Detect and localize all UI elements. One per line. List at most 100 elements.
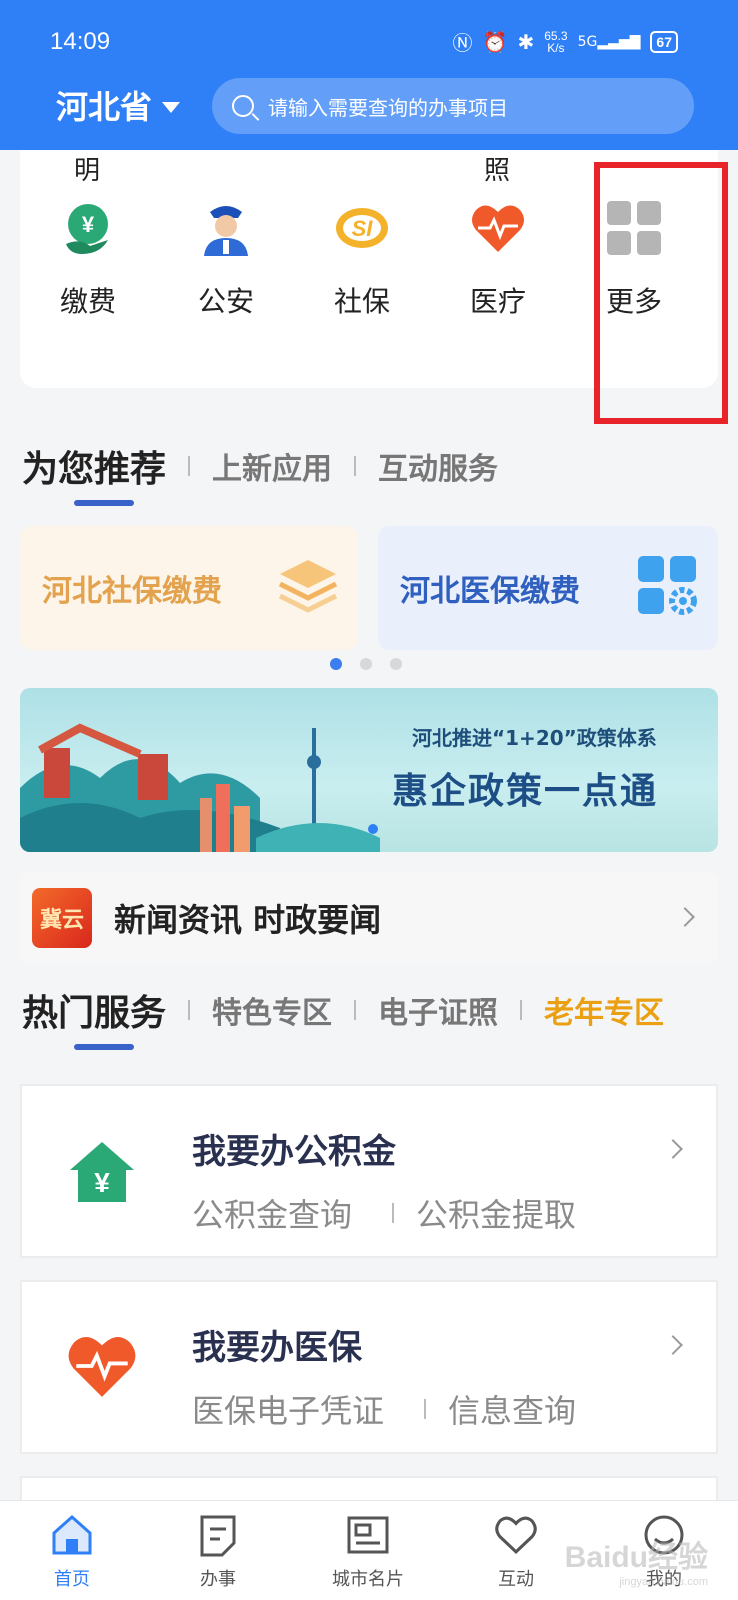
housing-fund-icon: ¥ (66, 1136, 138, 1208)
carousel-dot (390, 658, 402, 670)
nav-label: 互动 (498, 1569, 534, 1590)
search-icon (232, 95, 254, 117)
banner-indicator (368, 824, 378, 834)
watermark-sub: jingyan.baidu.com (619, 1576, 708, 1588)
category-label: 社保 (333, 285, 390, 318)
service-card-medical-insurance[interactable]: 我要办医保 医保电子凭证 信息查询 (20, 1280, 718, 1454)
nav-home[interactable]: 首页 (12, 1511, 132, 1591)
svg-text:SI: SI (352, 216, 374, 241)
prev-row-label: 明 (74, 156, 101, 186)
nav-tasks[interactable]: 办事 (158, 1511, 278, 1591)
medical-heart-icon (466, 196, 530, 260)
svg-text:¥: ¥ (94, 1167, 110, 1198)
recommend-card-medical-payment[interactable]: 河北医保缴费 (378, 526, 718, 650)
chevron-right-icon (675, 907, 695, 927)
apps-gear-icon (636, 554, 700, 626)
carousel-dot-active (330, 658, 342, 670)
heart-icon (456, 1511, 576, 1559)
chevron-right-icon (663, 1139, 683, 1159)
news-row[interactable]: 冀云 新闻资讯 时政要闻 (20, 872, 718, 964)
tab-hot-services[interactable]: 热门服务 (22, 984, 166, 1050)
watermark: Baidu经验 jingyan.baidu.com (565, 1532, 708, 1588)
tab-featured-zone[interactable]: 特色专区 (212, 988, 332, 1032)
recommend-card-label: 河北医保缴费 (400, 574, 580, 609)
recommend-card-label: 河北社保缴费 (42, 574, 222, 609)
net-speed: 65.3 K/s (544, 30, 567, 54)
tab-recommend[interactable]: 为您推荐 (22, 440, 166, 506)
service-link[interactable]: 信息查询 (448, 1386, 576, 1432)
tab-new-apps[interactable]: 上新应用 (212, 444, 332, 488)
payment-icon: ¥ (56, 196, 120, 260)
bluetooth-icon: ✱ (517, 29, 535, 54)
battery-icon: 67 (650, 30, 678, 53)
tab-interactive-services[interactable]: 互动服务 (378, 444, 498, 488)
tab-e-certificates[interactable]: 电子证照 (378, 988, 498, 1032)
search-placeholder: 请输入需要查询的办事项目 (268, 95, 508, 120)
status-time: 14:09 (50, 28, 111, 55)
carousel-dot (360, 658, 372, 670)
nav-label: 城市名片 (332, 1569, 404, 1590)
city-card-icon (308, 1511, 428, 1559)
highlight-box (594, 162, 728, 424)
news-text: 新闻资讯 时政要闻 (114, 901, 382, 939)
service-link[interactable]: 公积金提取 (416, 1190, 576, 1236)
carousel-dots (330, 658, 402, 670)
home-icon (12, 1511, 132, 1559)
network-type: 5G (577, 33, 598, 50)
tab-divider (520, 1000, 523, 1020)
service-link[interactable]: 医保电子凭证 (192, 1386, 384, 1432)
banner-illustration (20, 723, 380, 852)
link-divider (392, 1203, 395, 1223)
svg-text:¥: ¥ (82, 212, 95, 237)
province-label: 河北省 (56, 88, 153, 126)
status-bar: 14:09 Ⓝ ⏰ ✱ 65.3 K/s 5G▂▃▅▇ 67 (0, 0, 738, 80)
jiyun-logo: 冀云 (32, 888, 92, 948)
tab-divider (354, 1000, 357, 1020)
policy-banner[interactable]: 河北推进“1+20”政策体系 惠企政策一点通 (20, 688, 718, 852)
prev-row-label: 照 (484, 156, 511, 186)
layers-icon (276, 554, 340, 626)
service-card-housing-fund[interactable]: ¥ 我要办公积金 公积金查询 公积金提取 (20, 1084, 718, 1258)
category-medical[interactable]: 医疗 (438, 196, 558, 320)
service-links: 公积金查询 公积金提取 (192, 1190, 576, 1236)
hot-service-tabs: 热门服务 特色专区 电子证照 老年专区 (22, 984, 664, 1050)
service-title: 我要办公积金 (192, 1132, 396, 1172)
tab-divider (188, 1000, 191, 1020)
social-security-icon: SI (330, 196, 394, 260)
net-speed-unit: K/s (547, 40, 565, 55)
category-label: 公安 (197, 285, 254, 318)
tab-elderly-zone[interactable]: 老年专区 (544, 988, 664, 1032)
tasks-icon (158, 1511, 278, 1559)
nfc-icon: Ⓝ (452, 31, 473, 55)
category-label: 缴费 (59, 285, 116, 318)
recommend-card-social-payment[interactable]: 河北社保缴费 (20, 526, 358, 650)
app-header: 14:09 Ⓝ ⏰ ✱ 65.3 K/s 5G▂▃▅▇ 67 河北省 请输入需要… (0, 0, 738, 150)
chevron-down-icon (162, 101, 181, 113)
police-icon (194, 196, 258, 260)
recommend-tabs: 为您推荐 上新应用 互动服务 (22, 440, 498, 506)
banner-subtitle: 河北推进“1+20”政策体系 (412, 726, 657, 750)
category-payment[interactable]: ¥ 缴费 (28, 196, 148, 320)
medical-insurance-icon (66, 1332, 138, 1404)
banner-title: 惠企政策一点通 (392, 770, 659, 812)
category-police[interactable]: 公安 (166, 196, 286, 320)
province-selector[interactable]: 河北省 (56, 82, 181, 128)
nav-label: 首页 (54, 1569, 90, 1590)
status-icons: Ⓝ ⏰ ✱ 65.3 K/s 5G▂▃▅▇ 67 (453, 27, 678, 56)
category-social-security[interactable]: SI 社保 (302, 196, 422, 320)
nav-label: 办事 (200, 1569, 236, 1590)
service-title: 我要办医保 (192, 1328, 362, 1368)
nav-interact[interactable]: 互动 (456, 1511, 576, 1591)
tab-divider (354, 456, 357, 476)
signal-icon: 5G▂▃▅▇ (577, 33, 641, 50)
search-input[interactable]: 请输入需要查询的办事项目 (212, 78, 694, 134)
service-link[interactable]: 公积金查询 (192, 1190, 352, 1236)
link-divider (424, 1399, 427, 1419)
alarm-icon: ⏰ (482, 29, 508, 54)
watermark-text: Baidu经验 (564, 1541, 708, 1574)
chevron-right-icon (663, 1335, 683, 1355)
nav-city-card[interactable]: 城市名片 (308, 1511, 428, 1591)
tab-divider (188, 456, 191, 476)
category-label: 医疗 (469, 285, 526, 318)
service-links: 医保电子凭证 信息查询 (192, 1386, 576, 1432)
